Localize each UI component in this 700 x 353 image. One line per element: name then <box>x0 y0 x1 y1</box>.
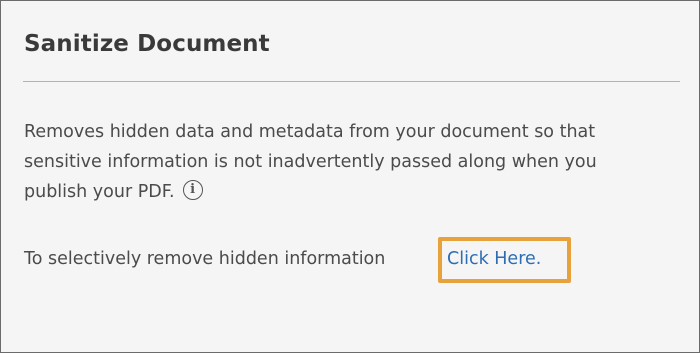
click-here-link[interactable]: Click Here. <box>447 244 541 274</box>
description-text: Removes hidden data and metadata from yo… <box>24 122 597 202</box>
title-divider <box>23 81 680 82</box>
info-icon[interactable]: i <box>182 180 203 200</box>
description-paragraph: Removes hidden data and metadata from yo… <box>24 117 664 207</box>
selective-remove-text: To selectively remove hidden information <box>24 249 386 269</box>
sanitize-document-panel: Sanitize Document Removes hidden data an… <box>0 0 700 353</box>
panel-title: Sanitize Document <box>24 31 270 57</box>
